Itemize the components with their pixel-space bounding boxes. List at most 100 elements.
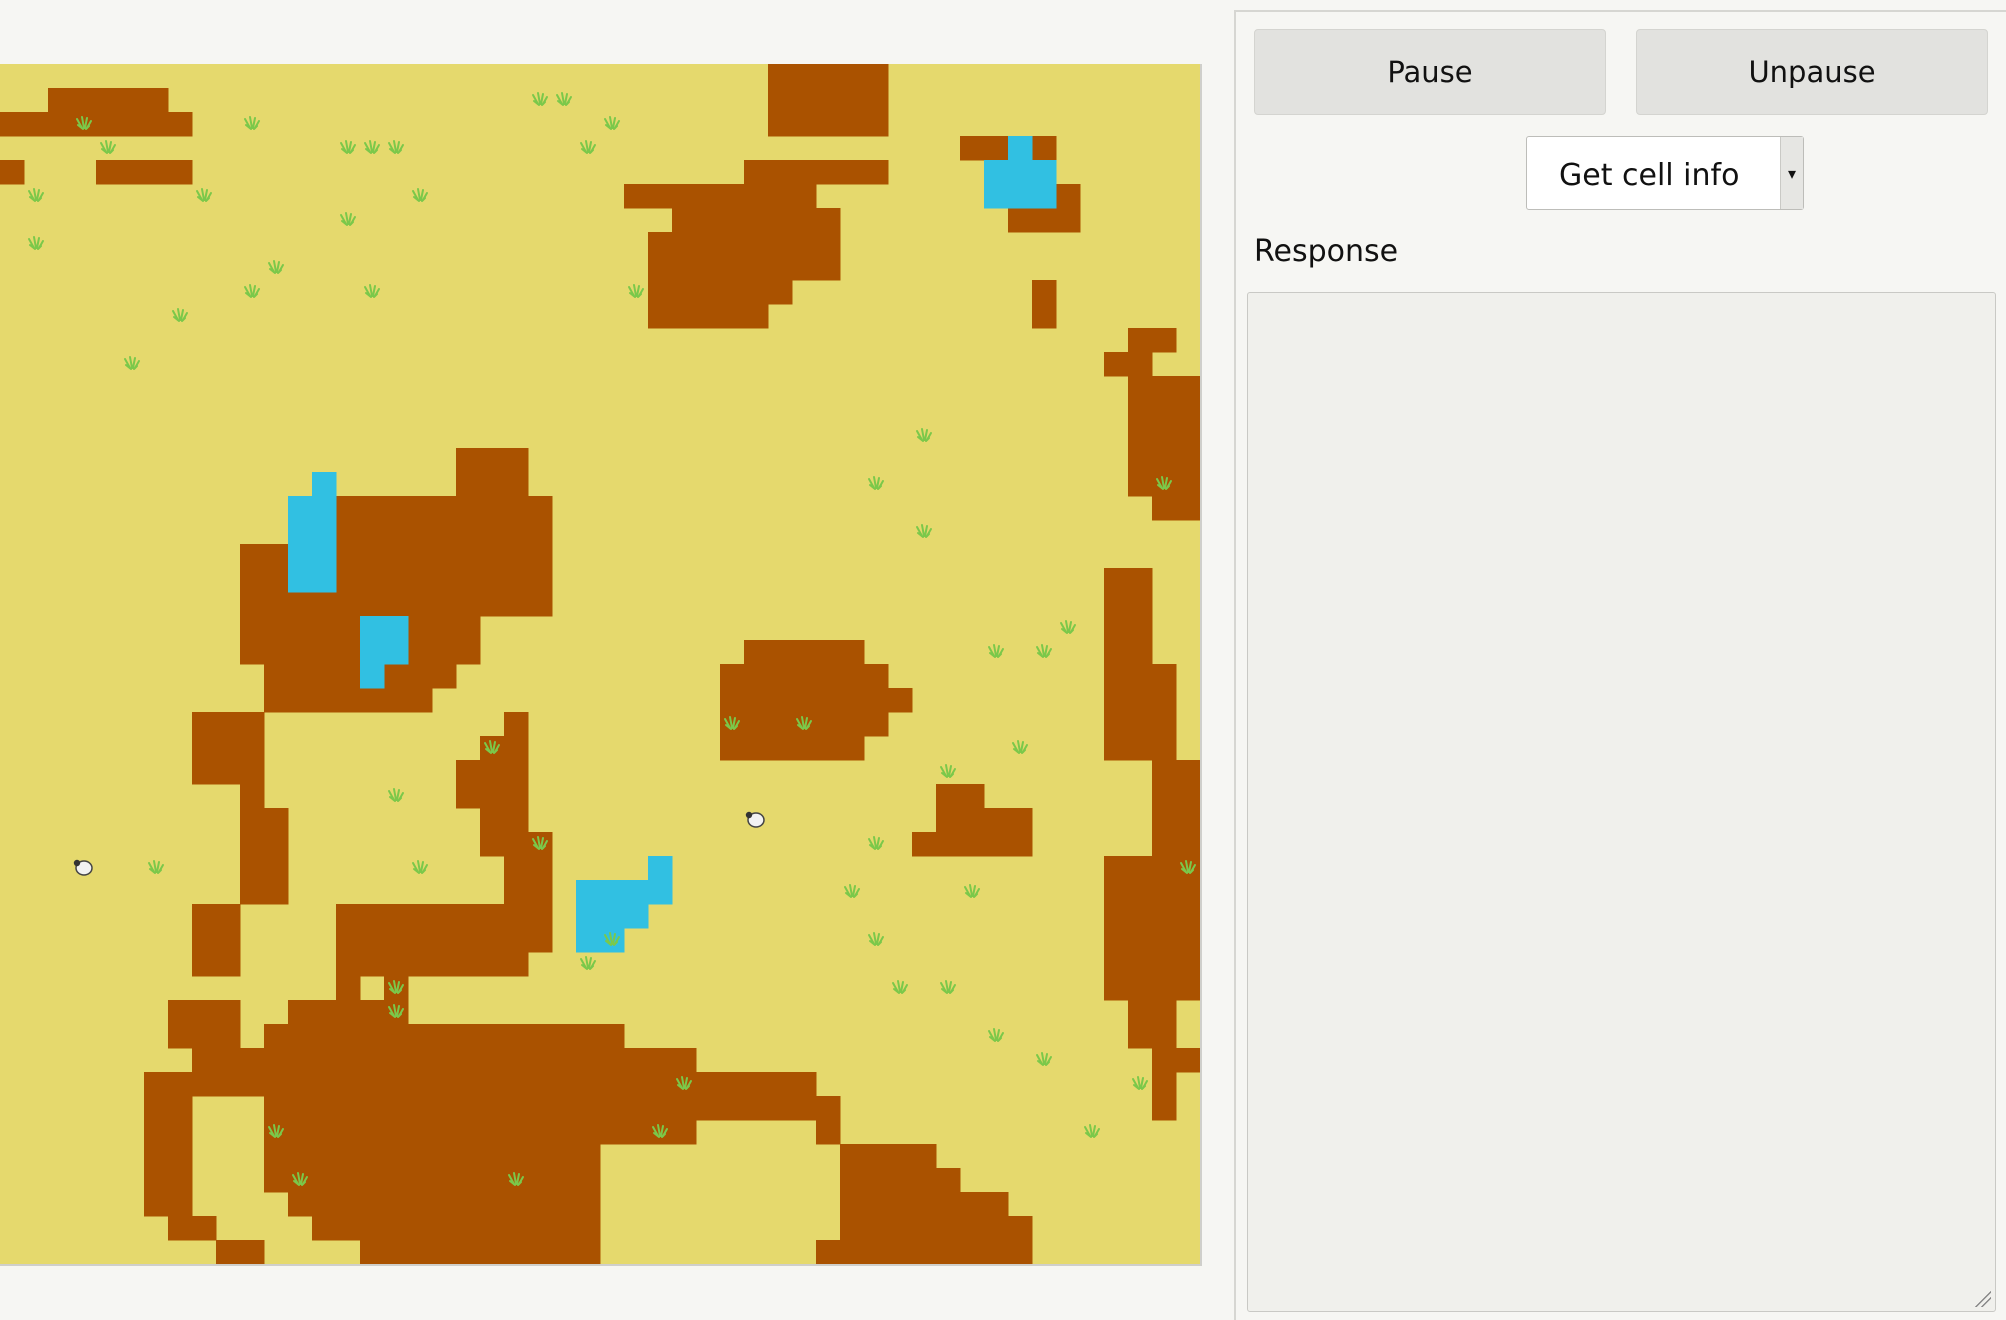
water-cell: [288, 520, 313, 545]
dirt-cell: [480, 520, 505, 545]
water-cell: [384, 640, 409, 665]
dirt-cell: [216, 712, 241, 737]
dirt-cell: [432, 1240, 457, 1264]
dirt-cell: [408, 952, 433, 977]
dirt-cell: [336, 928, 361, 953]
dirt-cell: [312, 1072, 337, 1097]
dirt-cell: [1176, 832, 1200, 857]
dirt-cell: [792, 688, 817, 713]
dirt-cell: [384, 1168, 409, 1193]
dirt-cell: [648, 1096, 673, 1121]
dirt-cell: [432, 496, 457, 521]
dirt-cell: [696, 208, 721, 233]
dirt-cell: [408, 1168, 433, 1193]
world-map[interactable]: [0, 64, 1200, 1264]
dirt-cell: [960, 1192, 985, 1217]
dirt-cell: [432, 1072, 457, 1097]
dirt-cell: [576, 1096, 601, 1121]
world-canvas[interactable]: [0, 64, 1202, 1266]
dirt-cell: [960, 1240, 985, 1264]
dirt-cell: [816, 232, 841, 257]
dirt-cell: [768, 280, 793, 305]
dirt-cell: [336, 1048, 361, 1073]
dirt-cell: [1152, 448, 1177, 473]
dirt-cell: [312, 1168, 337, 1193]
dirt-cell: [432, 616, 457, 641]
resize-grip-icon[interactable]: [1973, 1289, 1991, 1307]
dirt-cell: [1032, 136, 1057, 161]
dirt-cell: [192, 952, 217, 977]
dirt-cell: [288, 1096, 313, 1121]
dirt-cell: [1008, 1240, 1033, 1264]
dirt-cell: [432, 544, 457, 569]
dirt-cell: [888, 1192, 913, 1217]
dirt-cell: [768, 1072, 793, 1097]
dirt-cell: [984, 1240, 1009, 1264]
dirt-cell: [864, 712, 889, 737]
tool-select[interactable]: Get cell info ▾: [1526, 136, 1804, 210]
dirt-cell: [456, 760, 481, 785]
dirt-cell: [816, 88, 841, 113]
water-cell: [312, 496, 337, 521]
dirt-cell: [264, 1096, 289, 1121]
dirt-cell: [672, 1096, 697, 1121]
dirt-cell: [576, 1120, 601, 1145]
dirt-cell: [1104, 856, 1129, 881]
dirt-cell: [552, 1216, 577, 1241]
dirt-cell: [504, 832, 529, 857]
chevron-down-icon[interactable]: ▾: [1780, 137, 1803, 209]
water-cell: [648, 880, 673, 905]
dirt-cell: [504, 1096, 529, 1121]
dirt-cell: [456, 784, 481, 809]
dirt-cell: [1176, 1048, 1200, 1073]
dirt-cell: [792, 88, 817, 113]
dirt-cell: [1152, 400, 1177, 425]
dirt-cell: [936, 1240, 961, 1264]
unpause-button[interactable]: Unpause: [1636, 29, 1988, 115]
dirt-cell: [936, 1216, 961, 1241]
dirt-cell: [312, 664, 337, 689]
dirt-cell: [720, 736, 745, 761]
dirt-cell: [744, 232, 769, 257]
dirt-cell: [240, 640, 265, 665]
response-textarea[interactable]: [1247, 292, 1996, 1312]
dirt-cell: [744, 664, 769, 689]
dirt-cell: [816, 208, 841, 233]
dirt-cell: [552, 1168, 577, 1193]
dirt-cell: [120, 160, 145, 185]
dirt-cell: [240, 568, 265, 593]
dirt-cell: [312, 1048, 337, 1073]
dirt-cell: [480, 1096, 505, 1121]
dirt-cell: [840, 1192, 865, 1217]
response-label: Response: [1254, 234, 1399, 269]
dirt-cell: [648, 280, 673, 305]
dirt-cell: [456, 1096, 481, 1121]
dirt-cell: [360, 544, 385, 569]
dirt-cell: [360, 1048, 385, 1073]
dirt-cell: [168, 1144, 193, 1169]
dirt-cell: [288, 616, 313, 641]
dirt-cell: [408, 904, 433, 929]
dirt-cell: [336, 952, 361, 977]
dirt-cell: [672, 232, 697, 257]
dirt-cell: [360, 1144, 385, 1169]
dirt-cell: [96, 112, 121, 137]
dirt-cell: [1176, 448, 1200, 473]
dirt-cell: [504, 1024, 529, 1049]
dirt-cell: [1104, 568, 1129, 593]
dirt-cell: [816, 664, 841, 689]
dirt-cell: [576, 1072, 601, 1097]
dirt-cell: [1128, 616, 1153, 641]
dirt-cell: [216, 1048, 241, 1073]
dirt-cell: [480, 1048, 505, 1073]
dirt-cell: [168, 1192, 193, 1217]
dirt-cell: [408, 1024, 433, 1049]
pause-button[interactable]: Pause: [1254, 29, 1606, 115]
dirt-cell: [240, 832, 265, 857]
dirt-cell: [288, 1144, 313, 1169]
dirt-cell: [168, 160, 193, 185]
dirt-cell: [744, 208, 769, 233]
dirt-cell: [408, 640, 433, 665]
dirt-cell: [1176, 376, 1200, 401]
dirt-cell: [768, 664, 793, 689]
